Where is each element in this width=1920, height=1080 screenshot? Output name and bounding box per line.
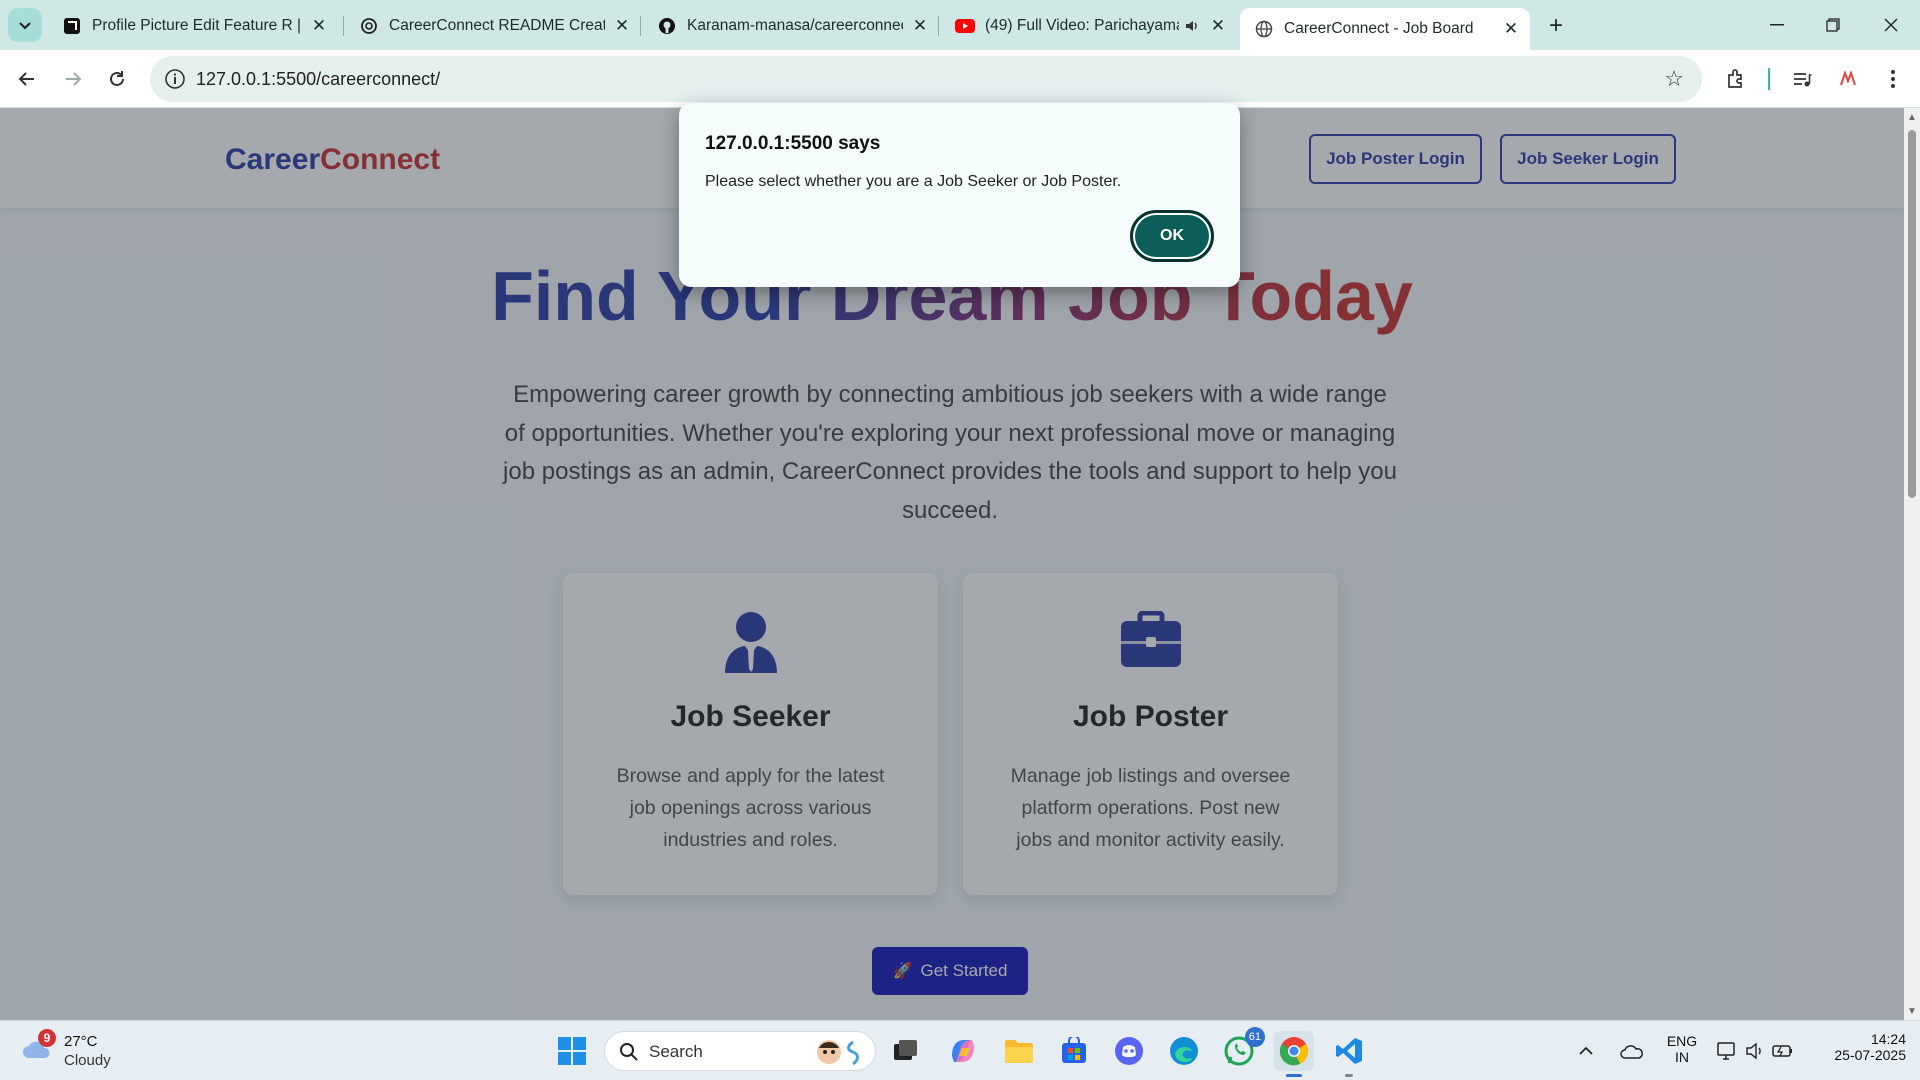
volume-icon[interactable] bbox=[1740, 1031, 1770, 1071]
youtube-icon bbox=[955, 16, 975, 36]
tab-careerconnect[interactable]: CareerConnect - Job Board ✕ bbox=[1240, 8, 1530, 50]
scroll-thumb[interactable] bbox=[1908, 130, 1916, 498]
forward-button[interactable] bbox=[56, 62, 90, 96]
windows-logo-icon bbox=[558, 1037, 586, 1065]
more-menu-icon[interactable] bbox=[1878, 64, 1908, 94]
minimize-button[interactable] bbox=[1757, 10, 1797, 40]
extensions-icon[interactable] bbox=[1721, 64, 1751, 94]
tab-title: CareerConnect README Creatio bbox=[389, 17, 605, 34]
scroll-down-icon[interactable]: ▼ bbox=[1907, 1006, 1917, 1017]
show-hidden-icons-icon[interactable] bbox=[1572, 1031, 1600, 1071]
tab-title: Karanam-manasa/careerconnec bbox=[687, 17, 903, 34]
toolbar-divider bbox=[1768, 68, 1770, 90]
file-explorer-icon[interactable] bbox=[999, 1031, 1039, 1071]
reload-button[interactable] bbox=[100, 62, 134, 96]
tab-readme[interactable]: CareerConnect README Creatio ✕ bbox=[345, 6, 641, 46]
site-info-icon[interactable] bbox=[164, 68, 186, 90]
tab-github[interactable]: Karanam-manasa/careerconnec ✕ bbox=[643, 6, 939, 46]
network-icon[interactable] bbox=[1712, 1031, 1742, 1071]
new-tab-button[interactable]: + bbox=[1542, 12, 1570, 40]
clock-time: 14:24 bbox=[1870, 1031, 1906, 1047]
close-icon bbox=[1884, 18, 1898, 32]
discord-icon[interactable] bbox=[1109, 1031, 1149, 1071]
dialog-message: Please select whether you are a Job Seek… bbox=[705, 173, 1122, 190]
chevron-down-icon bbox=[19, 22, 31, 30]
tab-separator bbox=[343, 16, 344, 36]
tab-title: (49) Full Video: Parichayamai bbox=[985, 17, 1179, 34]
restore-icon bbox=[1826, 18, 1840, 32]
close-icon[interactable]: ✕ bbox=[911, 16, 929, 35]
close-icon[interactable]: ✕ bbox=[310, 16, 328, 35]
back-arrow-icon bbox=[18, 72, 34, 86]
tab-separator bbox=[938, 16, 939, 36]
url-text[interactable]: 127.0.0.1:5500/careerconnect/ bbox=[196, 69, 440, 90]
bookmark-star-icon[interactable]: ☆ bbox=[1664, 66, 1684, 92]
dialog-title: 127.0.0.1:5500 says bbox=[705, 133, 881, 154]
search-highlight-icon bbox=[817, 1040, 859, 1066]
page-icon bbox=[62, 16, 82, 36]
speaker-icon[interactable] bbox=[1183, 17, 1201, 35]
tab-title: Profile Picture Edit Feature R | G bbox=[92, 17, 302, 34]
close-icon[interactable]: ✕ bbox=[1502, 19, 1520, 38]
weather-badge: 9 bbox=[38, 1029, 56, 1047]
tab-search-button[interactable] bbox=[8, 8, 42, 42]
temperature: 27°C bbox=[64, 1033, 98, 1050]
close-icon[interactable]: ✕ bbox=[613, 16, 631, 35]
reload-icon bbox=[110, 71, 124, 86]
ok-button[interactable]: OK bbox=[1130, 210, 1214, 262]
search-label: Search bbox=[649, 1042, 703, 1061]
edge-icon[interactable] bbox=[1164, 1031, 1204, 1071]
region-code: IN bbox=[1675, 1049, 1689, 1065]
active-indicator bbox=[1286, 1074, 1302, 1077]
microsoft-store-icon[interactable] bbox=[1054, 1031, 1094, 1071]
media-controls-icon[interactable] bbox=[1787, 64, 1817, 94]
vscode-icon[interactable] bbox=[1329, 1031, 1369, 1077]
clock[interactable]: 14:24 25-07-2025 bbox=[1810, 1031, 1906, 1063]
address-bar[interactable]: 127.0.0.1:5500/careerconnect/ ☆ bbox=[150, 56, 1702, 102]
language-code: ENG bbox=[1666, 1033, 1698, 1049]
close-icon[interactable]: ✕ bbox=[1209, 16, 1227, 35]
chrome-icon[interactable] bbox=[1274, 1031, 1314, 1077]
page-scrollbar[interactable]: ▲ ▼ bbox=[1904, 108, 1920, 1020]
close-window-button[interactable] bbox=[1871, 10, 1911, 40]
taskbar-search[interactable]: Search bbox=[604, 1031, 876, 1071]
language-indicator[interactable]: ENG IN bbox=[1662, 1033, 1702, 1065]
tab-title: CareerConnect - Job Board bbox=[1284, 20, 1474, 37]
whatsapp-icon[interactable]: 61 bbox=[1219, 1027, 1265, 1071]
forward-arrow-icon bbox=[66, 72, 82, 86]
tab-strip: Profile Picture Edit Feature R | G ✕ Car… bbox=[0, 0, 1920, 50]
tab-separator bbox=[640, 16, 641, 36]
tab-youtube[interactable]: (49) Full Video: Parichayamai ✕ bbox=[941, 6, 1237, 46]
github-icon bbox=[657, 16, 677, 36]
task-view-icon[interactable] bbox=[886, 1031, 926, 1071]
search-icon bbox=[620, 1043, 638, 1061]
alert-dialog: 127.0.0.1:5500 says Please select whethe… bbox=[679, 103, 1240, 287]
chatgpt-icon bbox=[359, 16, 379, 36]
running-indicator bbox=[1345, 1074, 1353, 1077]
start-button[interactable] bbox=[552, 1031, 592, 1071]
globe-icon bbox=[1254, 19, 1274, 39]
copilot-icon[interactable] bbox=[943, 1031, 983, 1071]
restore-button[interactable] bbox=[1813, 10, 1853, 40]
onedrive-icon[interactable] bbox=[1614, 1031, 1650, 1071]
browser-toolbar: 127.0.0.1:5500/careerconnect/ ☆ bbox=[0, 50, 1920, 108]
tab-profile-picture[interactable]: Profile Picture Edit Feature R | G ✕ bbox=[48, 6, 338, 46]
battery-icon[interactable] bbox=[1768, 1031, 1798, 1071]
scroll-up-icon[interactable]: ▲ bbox=[1907, 112, 1917, 123]
weather-widget[interactable]: 9 27°C Cloudy bbox=[20, 1029, 140, 1073]
whatsapp-badge: 61 bbox=[1244, 1027, 1265, 1047]
windows-taskbar: 9 27°C Cloudy Search 61 ENG IN 14:24 25-… bbox=[0, 1020, 1920, 1080]
minimize-icon bbox=[1770, 24, 1784, 26]
profile-avatar-icon[interactable] bbox=[1833, 64, 1863, 94]
weather-condition: Cloudy bbox=[64, 1052, 111, 1069]
clock-date: 25-07-2025 bbox=[1834, 1047, 1906, 1063]
back-button[interactable] bbox=[10, 62, 44, 96]
